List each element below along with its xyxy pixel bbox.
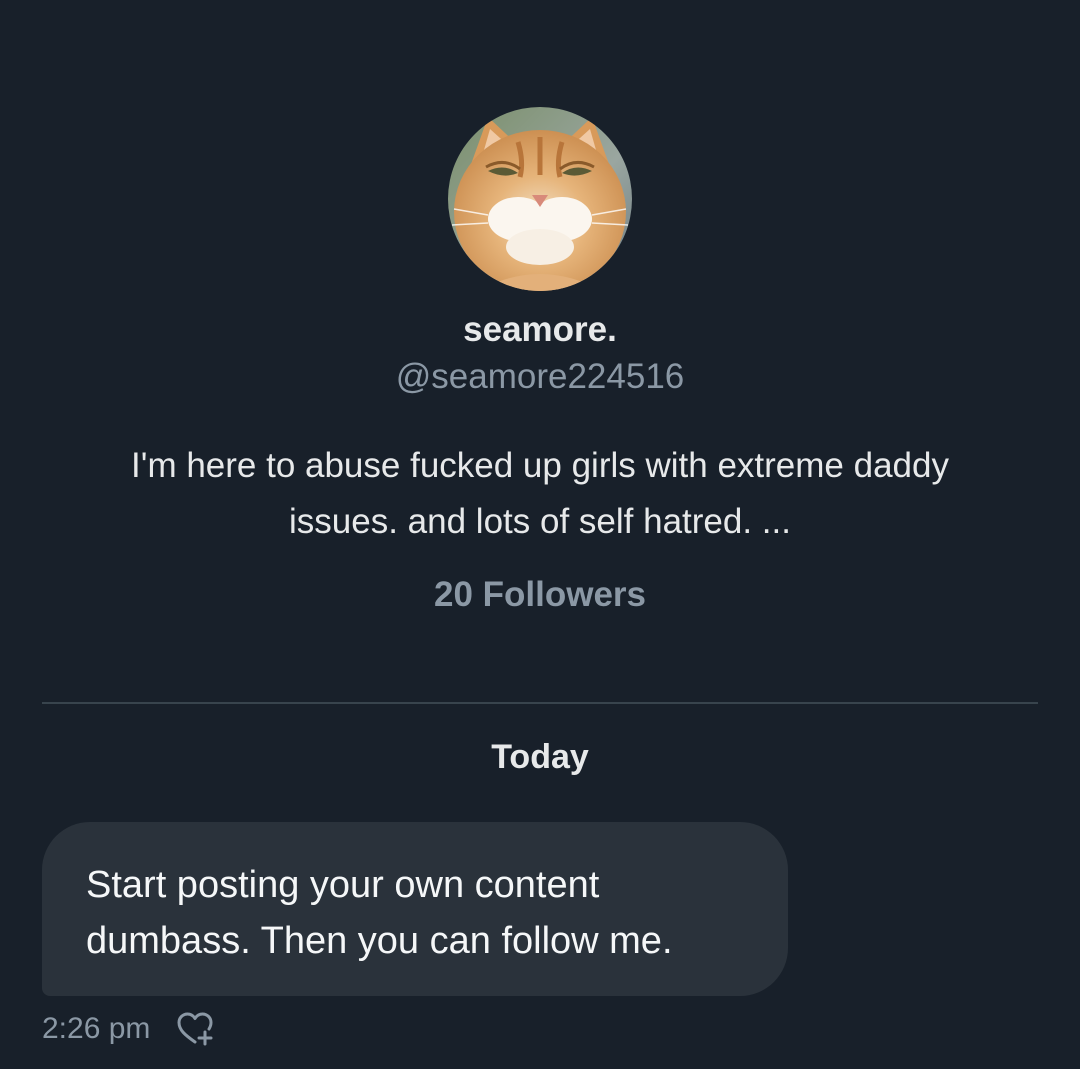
followers-count[interactable]: 20 Followers xyxy=(0,575,1080,615)
cat-avatar-image xyxy=(448,107,632,291)
avatar[interactable] xyxy=(448,107,632,291)
message-meta: 2:26 pm xyxy=(42,1008,216,1050)
date-separator: Today xyxy=(491,738,589,776)
display-name[interactable]: seamore. xyxy=(0,310,1080,350)
username-handle: @seamore224516 xyxy=(395,357,685,396)
message-text: Start posting your own content dumbass. … xyxy=(86,864,673,962)
profile-bio: I'm here to abuse fucked up girls with e… xyxy=(131,446,949,541)
heart-plus-icon[interactable] xyxy=(174,1008,216,1050)
divider xyxy=(42,702,1038,704)
message-bubble[interactable]: Start posting your own content dumbass. … xyxy=(42,822,788,996)
message-timestamp: 2:26 pm xyxy=(42,1012,151,1045)
